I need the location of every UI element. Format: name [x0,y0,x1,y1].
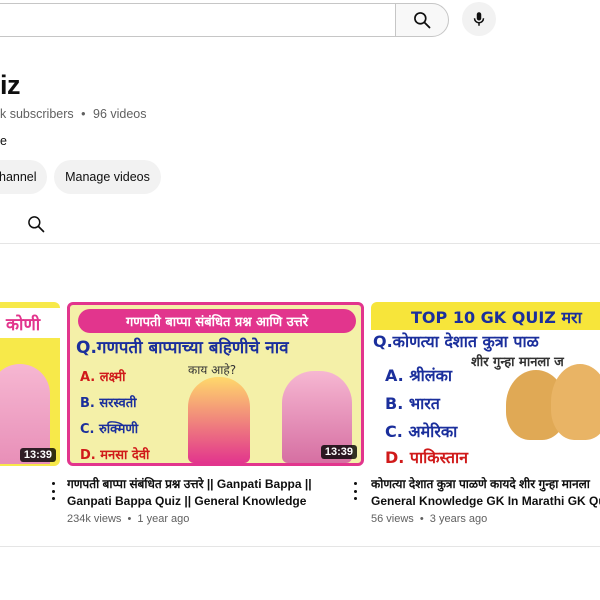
tabs-divider [0,243,600,244]
search-icon [414,12,431,29]
meta-separator: • [81,107,86,121]
section-divider [0,546,600,547]
thumb-option: A. श्रीलंका [385,366,453,385]
search-button[interactable] [395,3,449,37]
video-thumbnail[interactable]: गणपती बाप्पा संबंधित प्रश्न आणि उत्तरे Q… [67,302,364,466]
channel-search-button[interactable] [26,214,46,239]
channel-stats: k subscribers • 96 videos [0,107,147,121]
thumb-question: Q.गणपती बाप्पाच्या बहिणीचे नाव [76,338,289,358]
voice-search-button[interactable] [462,2,496,36]
mic-icon [473,12,485,26]
video-title[interactable]: कोणत्या देशात कुत्रा पाळणे कायदे शीर गुन… [371,476,600,510]
video-title[interactable]: गणपती बाप्पा संबंधित प्रश्न उत्तरे || Ga… [67,476,347,510]
view-count: 234k views [67,513,122,525]
search-icon [28,216,45,233]
more-options-icon[interactable] [48,482,58,500]
manage-videos-button[interactable]: Manage videos [54,160,161,194]
thumb-top-text: TOP 10 GK QUIZ मरा [411,308,582,327]
upload-age: 3 years ago [429,513,488,525]
more-options-icon[interactable] [350,482,360,500]
thumb-text: कोणी [6,315,41,335]
thumb-subtitle: काय आहे? [188,363,237,377]
meta-separator: • [127,513,132,525]
thumb-option: A. लक्ष्मी [80,370,126,385]
thumb-banner: गणपती बाप्पा संबंधित प्रश्न आणि उत्तरे [78,309,356,333]
video-title-line: कोणत्या देशात कुत्रा पाळणे कायदे शीर गुन… [371,477,590,491]
thumb-option: D. मनसा देवी [80,448,150,463]
search-input[interactable] [0,3,396,37]
thumb-question: शीर गुन्हा मानला ज [471,355,564,370]
video-duration: 13:39 [320,445,357,459]
meta-separator: • [419,513,424,525]
video-thumbnail[interactable]: TOP 10 GK QUIZ मरा Q.कोणत्या देशात कुत्र… [371,302,600,466]
view-count: 56 views [371,513,414,525]
upload-age: 1 year ago [137,513,190,525]
thumb-option: D. पाकिस्तान [385,448,468,466]
channel-name: iz [0,70,21,100]
video-title-line: General Knowledge GK In Marathi GK Quiz [371,494,600,508]
subscriber-count: k subscribers [0,107,74,121]
video-meta: 234k views • 1 year ago [67,513,189,525]
ganesha-image [188,377,250,463]
video-duration: 13:39 [19,448,56,462]
thumb-option: C. रुक्मिणी [80,422,139,437]
thumb-question: Q.कोणत्या देशात कुत्रा पाळ [373,332,539,351]
video-title-line: गणपती बाप्पा संबंधित प्रश्न उत्तरे || Ga… [67,477,312,491]
video-title-line: Ganpati Bappa Quiz || General Knowledge [67,494,307,508]
channel-description[interactable]: e [0,134,7,148]
video-meta: 56 views • 3 years ago [371,513,487,525]
video-count: 96 videos [93,107,147,121]
thumb-option: B. सरस्वती [80,396,137,411]
thumb-option: B. भारत [385,394,440,413]
customize-channel-button[interactable]: hannel [0,160,47,194]
thumb-option: C. अमेरिका [385,422,458,441]
video-thumbnail[interactable]: कोणी 13:39 [0,302,60,466]
dog-image [551,364,600,440]
